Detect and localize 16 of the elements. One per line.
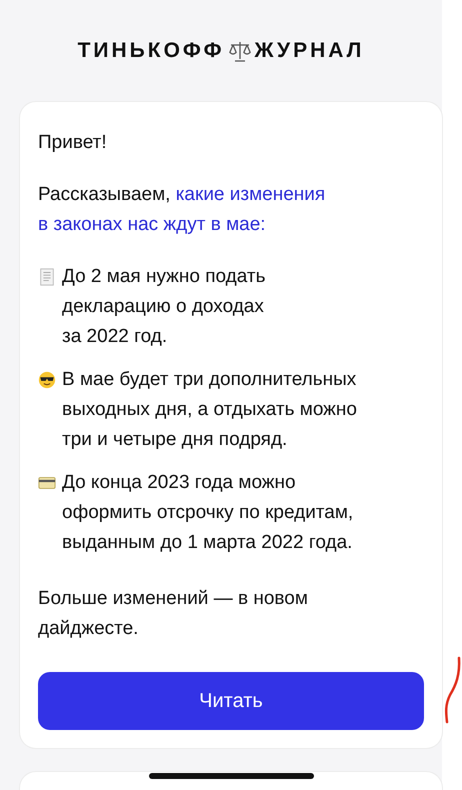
list-item-text: До 2 мая нужно подать декларацию о доходах за 2022 год. <box>62 265 266 349</box>
logo-text: ЖУРНАЛ <box>254 39 364 63</box>
article-link[interactable]: в законах нас ждут в мае: <box>38 214 266 235</box>
credit-card-icon <box>38 474 56 492</box>
list-item-text: В мае будет три дополнительных выходных дня, а отдыхать можно три и четыре дня подряд. <box>62 368 357 452</box>
scribble-drawing <box>442 655 462 725</box>
article-link[interactable]: какие изменения <box>176 184 326 205</box>
list-item-text: До конца 2023 года можно оформить отсрочку по кредитам, выданным до 1 марта 2022 года. <box>62 471 354 555</box>
intro-text: Рассказываем, какие изменения в законах нас ждут в мае: <box>38 183 326 237</box>
greeting-text: Привет! <box>38 131 108 155</box>
outro-text: Больше изменений — в новом дайджесте. <box>38 587 309 641</box>
read-button[interactable]: Читать <box>38 672 424 730</box>
document-icon <box>38 268 56 286</box>
logo-text: ТИНЬКОФФ <box>78 39 224 63</box>
scales-icon <box>228 40 252 62</box>
sunglasses-face-icon <box>38 371 56 389</box>
